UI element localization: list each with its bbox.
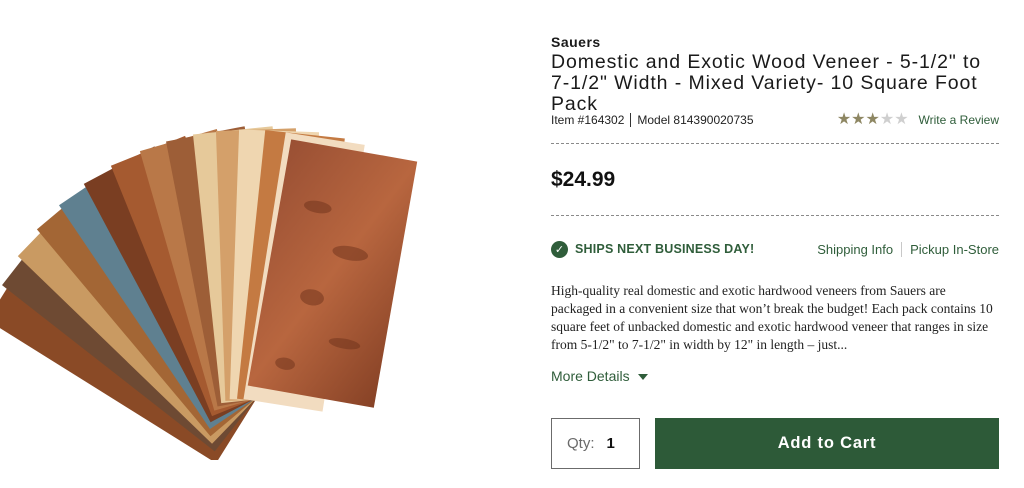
star-icon: ★ <box>879 111 895 128</box>
link-divider <box>901 241 903 257</box>
item-number: Item #164302 <box>551 113 625 127</box>
product-description: High-quality real domestic and exotic ha… <box>551 283 993 352</box>
star-icon: ★ <box>865 111 880 128</box>
pickup-in-store-link[interactable]: Pickup In-Store <box>910 242 999 257</box>
product-price: $24.99 <box>551 168 616 191</box>
product-meta-row: Item #164302 Model 814390020735 ★ ★ ★ ★ … <box>551 111 999 129</box>
write-review-link[interactable]: Write a Review <box>919 113 999 127</box>
wood-veneer-stack-image <box>0 126 418 464</box>
brand-name[interactable]: Sauers <box>551 34 999 50</box>
shipping-info-link[interactable]: Shipping Info <box>817 242 893 257</box>
add-to-cart-button[interactable]: Add to Cart <box>655 418 999 469</box>
meta-divider <box>630 113 632 127</box>
quantity-field[interactable]: Qty: <box>551 418 640 469</box>
star-icon: ★ <box>836 111 852 128</box>
caret-down-icon <box>637 374 648 380</box>
shipping-row: ✓ SHIPS NEXT BUSINESS DAY! Shipping Info… <box>551 239 999 259</box>
product-image[interactable] <box>0 60 520 464</box>
product-details: Sauers Domestic and Exotic Wood Veneer -… <box>551 34 999 469</box>
check-circle-icon: ✓ <box>551 240 568 258</box>
divider <box>551 143 999 144</box>
model-number: Model 814390020735 <box>637 113 754 127</box>
shipping-links: Shipping Info Pickup In-Store <box>817 241 999 257</box>
more-details-toggle[interactable]: More Details <box>551 368 648 384</box>
star-icon: ★ <box>894 111 909 128</box>
product-title: Domestic and Exotic Wood Veneer - 5-1/2"… <box>551 51 982 115</box>
quantity-label: Qty: <box>567 435 595 452</box>
divider <box>551 215 999 216</box>
star-icon: ★ <box>851 111 866 128</box>
quantity-input[interactable] <box>606 435 637 452</box>
more-details-label: More Details <box>551 368 630 384</box>
ships-next-day-badge: SHIPS NEXT BUSINESS DAY! <box>575 242 755 256</box>
star-rating[interactable]: ★ ★ ★ ★ ★ Write a Review <box>837 112 999 128</box>
